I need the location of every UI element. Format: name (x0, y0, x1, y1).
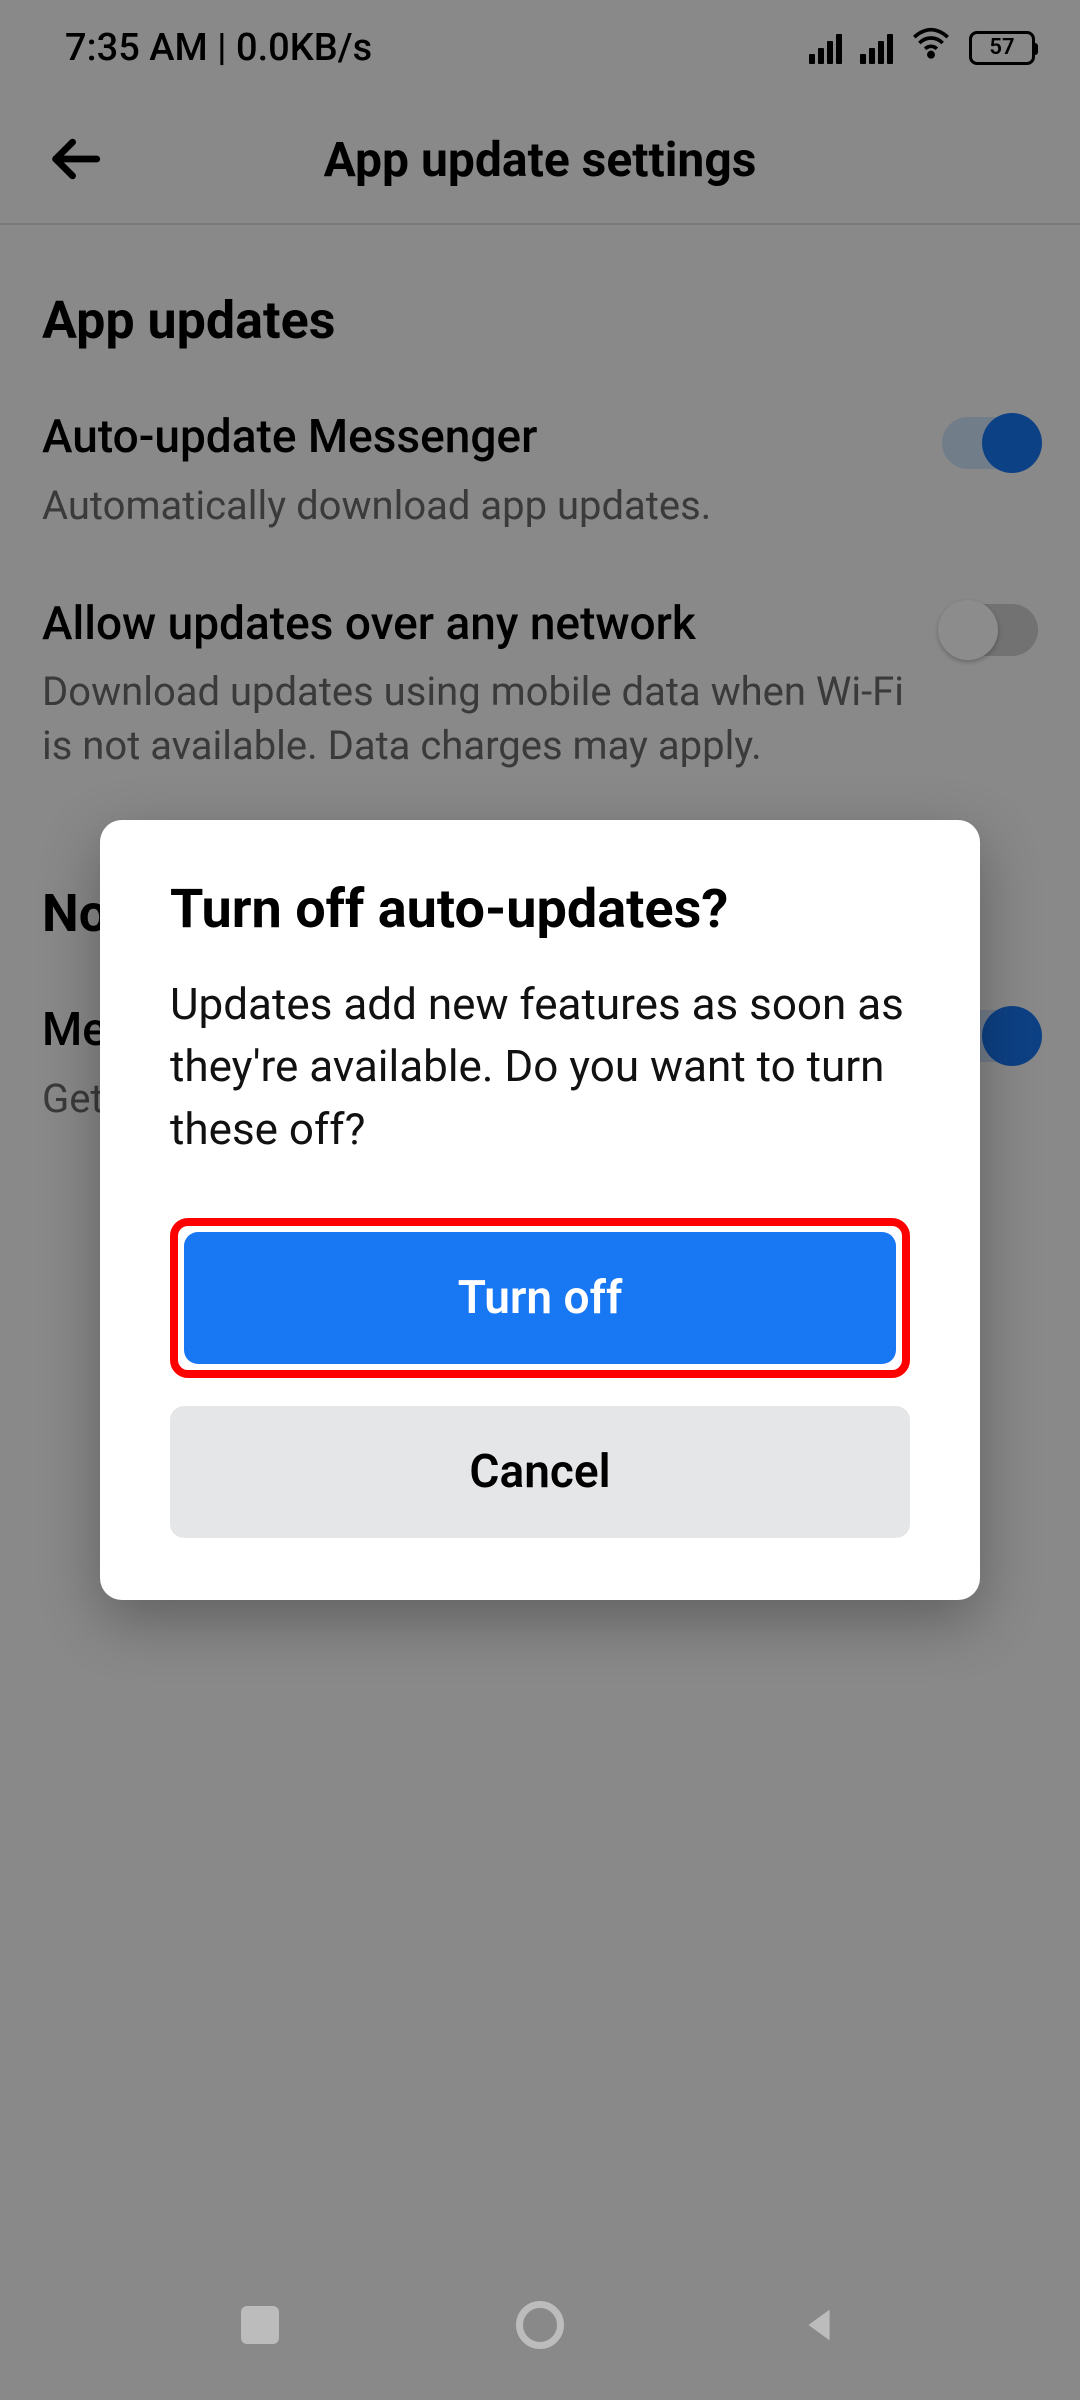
circle-icon (516, 2301, 564, 2349)
screen: 7:35 AM | 0.0KB/s 57 (0, 0, 1080, 2400)
dialog-title: Turn off auto-updates? (170, 878, 910, 941)
turn-off-autoupdates-dialog: Turn off auto-updates? Updates add new f… (100, 820, 980, 1600)
highlight-box: Turn off (170, 1218, 910, 1378)
turn-off-button[interactable]: Turn off (184, 1232, 896, 1364)
dialog-actions: Turn off Cancel (170, 1218, 910, 1538)
cancel-button[interactable]: Cancel (170, 1406, 910, 1538)
dialog-body: Updates add new features as soon as they… (170, 973, 910, 1160)
back-nav-button[interactable] (780, 2285, 860, 2365)
square-icon (241, 2306, 279, 2344)
home-button[interactable] (500, 2285, 580, 2365)
navigation-bar (0, 2250, 1080, 2400)
triangle-back-icon (797, 2302, 843, 2348)
recent-apps-button[interactable] (220, 2285, 300, 2365)
